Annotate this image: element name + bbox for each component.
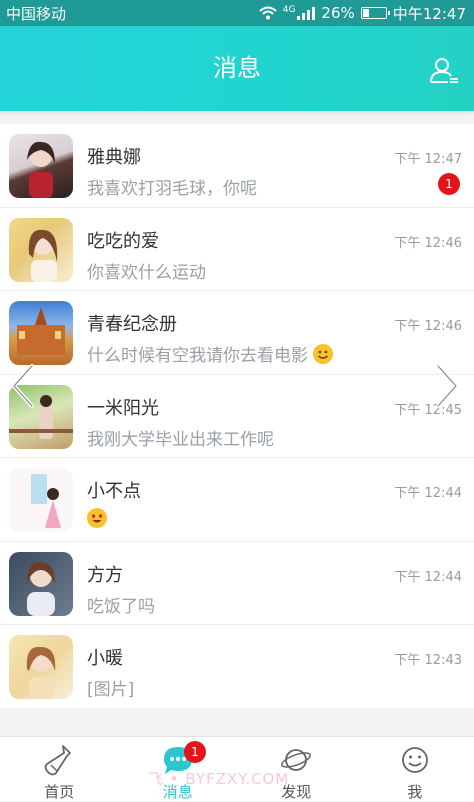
wifi-icon bbox=[259, 6, 277, 20]
contact-name: 小暖 bbox=[87, 644, 123, 670]
tab-badge: 1 bbox=[184, 741, 206, 763]
tab-me[interactable]: 我 bbox=[356, 737, 474, 801]
battery-icon bbox=[361, 7, 387, 19]
tab-label: 我 bbox=[356, 781, 474, 802]
smile-emoji-icon bbox=[313, 344, 333, 364]
message-time: 下午 12:43 bbox=[394, 649, 462, 668]
message-time: 下午 12:46 bbox=[394, 232, 462, 251]
message-time: 下午 12:47 bbox=[394, 148, 462, 167]
battery-percent: 26% bbox=[321, 4, 354, 22]
message-preview: 什么时候有空我请你去看电影 bbox=[87, 341, 333, 366]
message-preview: 你喜欢什么运动 bbox=[87, 258, 206, 283]
avatar bbox=[9, 635, 73, 699]
contacts-icon[interactable] bbox=[428, 55, 460, 87]
app-header: 消息 bbox=[0, 26, 474, 111]
conversation-row[interactable]: 青春纪念册 什么时候有空我请你去看电影 下午 12:46 bbox=[0, 291, 474, 375]
contact-name: 青春纪念册 bbox=[87, 310, 177, 336]
message-time: 下午 12:44 bbox=[394, 566, 462, 585]
avatar bbox=[9, 552, 73, 616]
message-preview: 我喜欢打羽毛球，你呢 bbox=[87, 174, 257, 199]
conversation-row[interactable]: 一米阳光 我刚大学毕业出来工作呢 下午 12:45 bbox=[0, 375, 474, 459]
message-text: 什么时候有空我请你去看电影 bbox=[87, 346, 308, 366]
tab-home[interactable]: 首页 bbox=[0, 737, 119, 801]
clock: 中午12:47 bbox=[393, 3, 466, 24]
contact-name: 雅典娜 bbox=[87, 143, 141, 169]
watermark: 飞 • BYFZXY.COM bbox=[148, 768, 289, 789]
chevron-left-icon[interactable] bbox=[8, 362, 38, 410]
contact-name: 小不点 bbox=[87, 477, 141, 503]
contact-name: 吃吃的爱 bbox=[87, 227, 159, 253]
message-preview: 吃饭了吗 bbox=[87, 592, 155, 617]
signal-icon bbox=[297, 6, 315, 20]
message-preview: [图片] bbox=[87, 675, 134, 700]
avatar bbox=[9, 134, 73, 198]
status-indicators: 4G 26% 中午12:47 bbox=[259, 3, 466, 24]
message-time: 下午 12:44 bbox=[394, 482, 462, 501]
contact-name: 一米阳光 bbox=[87, 394, 159, 420]
conversation-list: 雅典娜 我喜欢打羽毛球，你呢 下午 12:47 1 吃吃的爱 你喜欢什么运动 下… bbox=[0, 124, 474, 708]
conversation-row[interactable]: 雅典娜 我喜欢打羽毛球，你呢 下午 12:47 1 bbox=[0, 124, 474, 208]
chevron-right-icon[interactable] bbox=[432, 362, 462, 410]
smiley-icon bbox=[399, 743, 431, 777]
message-preview bbox=[87, 508, 107, 530]
conversation-row[interactable]: 方方 吃饭了吗 下午 12:44 bbox=[0, 542, 474, 626]
status-bar: 中国移动 4G 26% 中午12:47 bbox=[0, 0, 474, 26]
unread-badge: 1 bbox=[438, 173, 460, 195]
conversation-row[interactable]: 吃吃的爱 你喜欢什么运动 下午 12:46 bbox=[0, 208, 474, 292]
carrier-label: 中国移动 bbox=[6, 3, 66, 24]
network-type: 4G bbox=[283, 5, 296, 15]
avatar bbox=[9, 301, 73, 365]
bottle-icon bbox=[43, 743, 75, 777]
tab-label: 首页 bbox=[0, 781, 119, 802]
heart-eyes-emoji-icon bbox=[87, 508, 107, 528]
conversation-row[interactable]: 小暖 [图片] 下午 12:43 bbox=[0, 625, 474, 709]
message-preview: 我刚大学毕业出来工作呢 bbox=[87, 425, 274, 450]
avatar bbox=[9, 468, 73, 532]
contact-name: 方方 bbox=[87, 561, 123, 587]
conversation-row[interactable]: 小不点 下午 12:44 bbox=[0, 458, 474, 542]
page-title: 消息 bbox=[0, 26, 474, 111]
message-time: 下午 12:46 bbox=[394, 315, 462, 334]
avatar bbox=[9, 218, 73, 282]
